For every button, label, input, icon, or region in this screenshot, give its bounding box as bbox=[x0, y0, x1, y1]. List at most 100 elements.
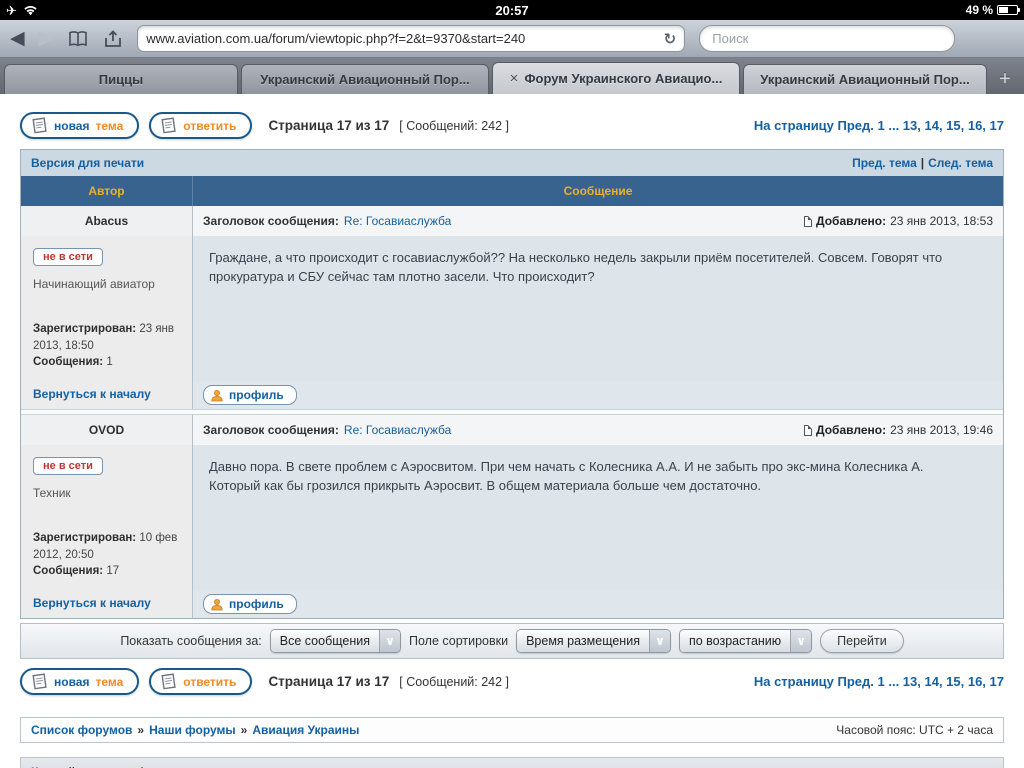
url-text[interactable]: www.aviation.com.ua/forum/viewtopic.php?… bbox=[146, 31, 663, 46]
topic-link-separator: | bbox=[921, 156, 924, 170]
new-topic-label-2: тема bbox=[95, 675, 123, 689]
messages-value: 1 bbox=[106, 356, 112, 368]
profile-label: профиль bbox=[229, 388, 284, 402]
table-header-row: Автор Сообщение bbox=[21, 176, 1003, 206]
battery-icon bbox=[997, 5, 1018, 15]
who-online-header: Кто сейчас на конференции bbox=[20, 757, 1004, 768]
breadcrumb-bar: Список форумов » Наши форумы » Авиация Украи… bbox=[20, 717, 1004, 743]
sort-field-label: Поле сортировки bbox=[409, 634, 508, 648]
status-time: 20:57 bbox=[0, 3, 1024, 18]
sort-field-value: Время размещения bbox=[517, 630, 649, 652]
breadcrumb-our-forums[interactable]: Наши форумы bbox=[149, 723, 236, 737]
breadcrumb: Список форумов » Наши форумы » Авиация Украи… bbox=[31, 723, 359, 737]
post-count: [ Сообщений: 242 ] bbox=[399, 119, 509, 133]
post-body-row: не в сети Техник Зарегистрирован: 10 фев… bbox=[21, 445, 1003, 590]
tab-label: Украинский Авиационный Пор... bbox=[260, 72, 469, 87]
registered-label: Зарегистрирован: bbox=[33, 323, 136, 335]
reply-button[interactable]: ответить bbox=[149, 668, 252, 695]
topic-table: Версия для печати Пред. тема|След. тема … bbox=[20, 149, 1004, 619]
back-to-top-link[interactable]: Вернуться к началу bbox=[33, 596, 151, 610]
messages-label: Сообщения: bbox=[33, 565, 103, 577]
breadcrumb-aviation-ukraine[interactable]: Авиация Украины bbox=[252, 723, 359, 737]
sort-order-value: по возрастанию bbox=[680, 630, 790, 652]
show-posts-select[interactable]: Все сообщения ∨ bbox=[270, 629, 401, 653]
sort-field-select[interactable]: Время размещения ∨ bbox=[516, 629, 671, 653]
post-count: [ Сообщений: 242 ] bbox=[399, 675, 509, 689]
subject-label: Заголовок сообщения: bbox=[203, 214, 339, 228]
back-to-top-link[interactable]: Вернуться к началу bbox=[33, 387, 151, 401]
breadcrumb-separator: » bbox=[241, 723, 248, 737]
added-time: 23 янв 2013, 18:53 bbox=[890, 214, 993, 228]
close-tab-icon[interactable]: × bbox=[510, 70, 519, 87]
post-author: Abacus bbox=[21, 206, 193, 236]
post-header-row: Abacus Заголовок сообщения: Re: Госавиас… bbox=[21, 206, 1003, 236]
chevron-down-icon: ∨ bbox=[379, 630, 400, 652]
post-header-row: OVOD Заголовок сообщения: Re: Госавиаслу… bbox=[21, 415, 1003, 445]
user-rank: Техник bbox=[33, 486, 184, 500]
tab-label: Украинский Авиационный Пор... bbox=[760, 72, 969, 87]
profile-icon bbox=[210, 598, 224, 611]
back-icon[interactable]: ◀ bbox=[10, 29, 25, 48]
timezone-info: Часовой пояс: UTC + 2 часа bbox=[836, 723, 993, 737]
reply-icon bbox=[160, 673, 177, 690]
post-footer-row: Вернуться к началу профиль bbox=[21, 381, 1003, 409]
reply-label: ответить bbox=[183, 675, 236, 689]
next-topic-link[interactable]: След. тема bbox=[928, 156, 993, 170]
breadcrumb-separator: » bbox=[137, 723, 144, 737]
top-controls: новая тема ответить Страница 17 из 17 [ … bbox=[20, 112, 1004, 139]
pagination-links[interactable]: На страницу Пред. 1 ... 13, 14, 15, 16, … bbox=[754, 118, 1004, 133]
profile-button[interactable]: профиль bbox=[203, 385, 297, 405]
page-info: Страница 17 из 17 bbox=[268, 674, 389, 689]
forum-page: новая тема ответить Страница 17 из 17 [ … bbox=[0, 94, 1024, 768]
added-time: 23 янв 2013, 19:46 bbox=[890, 423, 993, 437]
new-topic-label-1: новая bbox=[54, 119, 89, 133]
print-version-row: Версия для печати Пред. тема | След. тема bbox=[21, 150, 1003, 176]
post-text: Граждане, а что происходит с госавиаслуж… bbox=[209, 249, 969, 287]
new-tab-icon[interactable]: + bbox=[990, 64, 1020, 94]
post-text: Давно пора. В свете проблем с Аэросвитом… bbox=[209, 458, 969, 496]
post-footer-row: Вернуться к началу профиль bbox=[21, 590, 1003, 618]
new-topic-icon bbox=[31, 673, 48, 690]
go-button[interactable]: Перейти bbox=[820, 629, 904, 653]
tab-ukr-aviation-portal-1[interactable]: Украинский Авиационный Пор... bbox=[241, 64, 489, 94]
tab-pizzas[interactable]: Пиццы bbox=[4, 64, 238, 94]
new-topic-label-2: тема bbox=[95, 119, 123, 133]
pagination-links[interactable]: На страницу Пред. 1 ... 13, 14, 15, 16, … bbox=[754, 674, 1004, 689]
share-icon[interactable] bbox=[103, 30, 123, 48]
search-input[interactable]: Поиск bbox=[699, 25, 955, 52]
registered-label: Зарегистрирован: bbox=[33, 532, 136, 544]
show-posts-value: Все сообщения bbox=[271, 630, 379, 652]
chevron-down-icon: ∨ bbox=[649, 630, 670, 652]
status-bar: ✈ 20:57 49 % bbox=[0, 0, 1024, 20]
new-topic-button[interactable]: новая тема bbox=[20, 668, 139, 695]
show-posts-label: Показать сообщения за: bbox=[120, 634, 261, 648]
print-version-link[interactable]: Версия для печати bbox=[31, 156, 144, 170]
post-subject-link[interactable]: Re: Госавиаслужба bbox=[344, 423, 451, 437]
profile-label: профиль bbox=[229, 597, 284, 611]
chevron-down-icon: ∨ bbox=[790, 630, 811, 652]
post-icon bbox=[804, 425, 812, 436]
bookmarks-icon[interactable] bbox=[67, 31, 89, 47]
prev-topic-link[interactable]: Пред. тема bbox=[852, 156, 917, 170]
tab-label: Форум Украинского Авиацио... bbox=[524, 71, 722, 86]
new-topic-button[interactable]: новая тема bbox=[20, 112, 139, 139]
tab-ukr-aviation-portal-2[interactable]: Украинский Авиационный Пор... bbox=[743, 64, 987, 94]
browser-toolbar: ◀ ▶ www.aviation.com.ua/forum/viewtopic.… bbox=[0, 20, 1024, 58]
author-column-header: Автор bbox=[21, 176, 193, 206]
messages-value: 17 bbox=[106, 565, 119, 577]
profile-button[interactable]: профиль bbox=[203, 594, 297, 614]
breadcrumb-forum-list[interactable]: Список форумов bbox=[31, 723, 132, 737]
filter-bar: Показать сообщения за: Все сообщения ∨ П… bbox=[20, 623, 1004, 659]
post-subject-link[interactable]: Re: Госавиаслужба bbox=[344, 214, 451, 228]
sort-order-select[interactable]: по возрастанию ∨ bbox=[679, 629, 812, 653]
tab-forum-active[interactable]: × Форум Украинского Авиацио... bbox=[492, 62, 740, 94]
refresh-icon[interactable]: ↻ bbox=[664, 30, 677, 48]
user-rank: Начинающий авиатор bbox=[33, 277, 184, 291]
page-info: Страница 17 из 17 bbox=[268, 118, 389, 133]
address-bar[interactable]: www.aviation.com.ua/forum/viewtopic.php?… bbox=[137, 25, 685, 52]
forward-icon[interactable]: ▶ bbox=[39, 29, 54, 48]
post-author: OVOD bbox=[21, 415, 193, 445]
search-placeholder: Поиск bbox=[712, 31, 748, 46]
reply-label: ответить bbox=[183, 119, 236, 133]
reply-button[interactable]: ответить bbox=[149, 112, 252, 139]
